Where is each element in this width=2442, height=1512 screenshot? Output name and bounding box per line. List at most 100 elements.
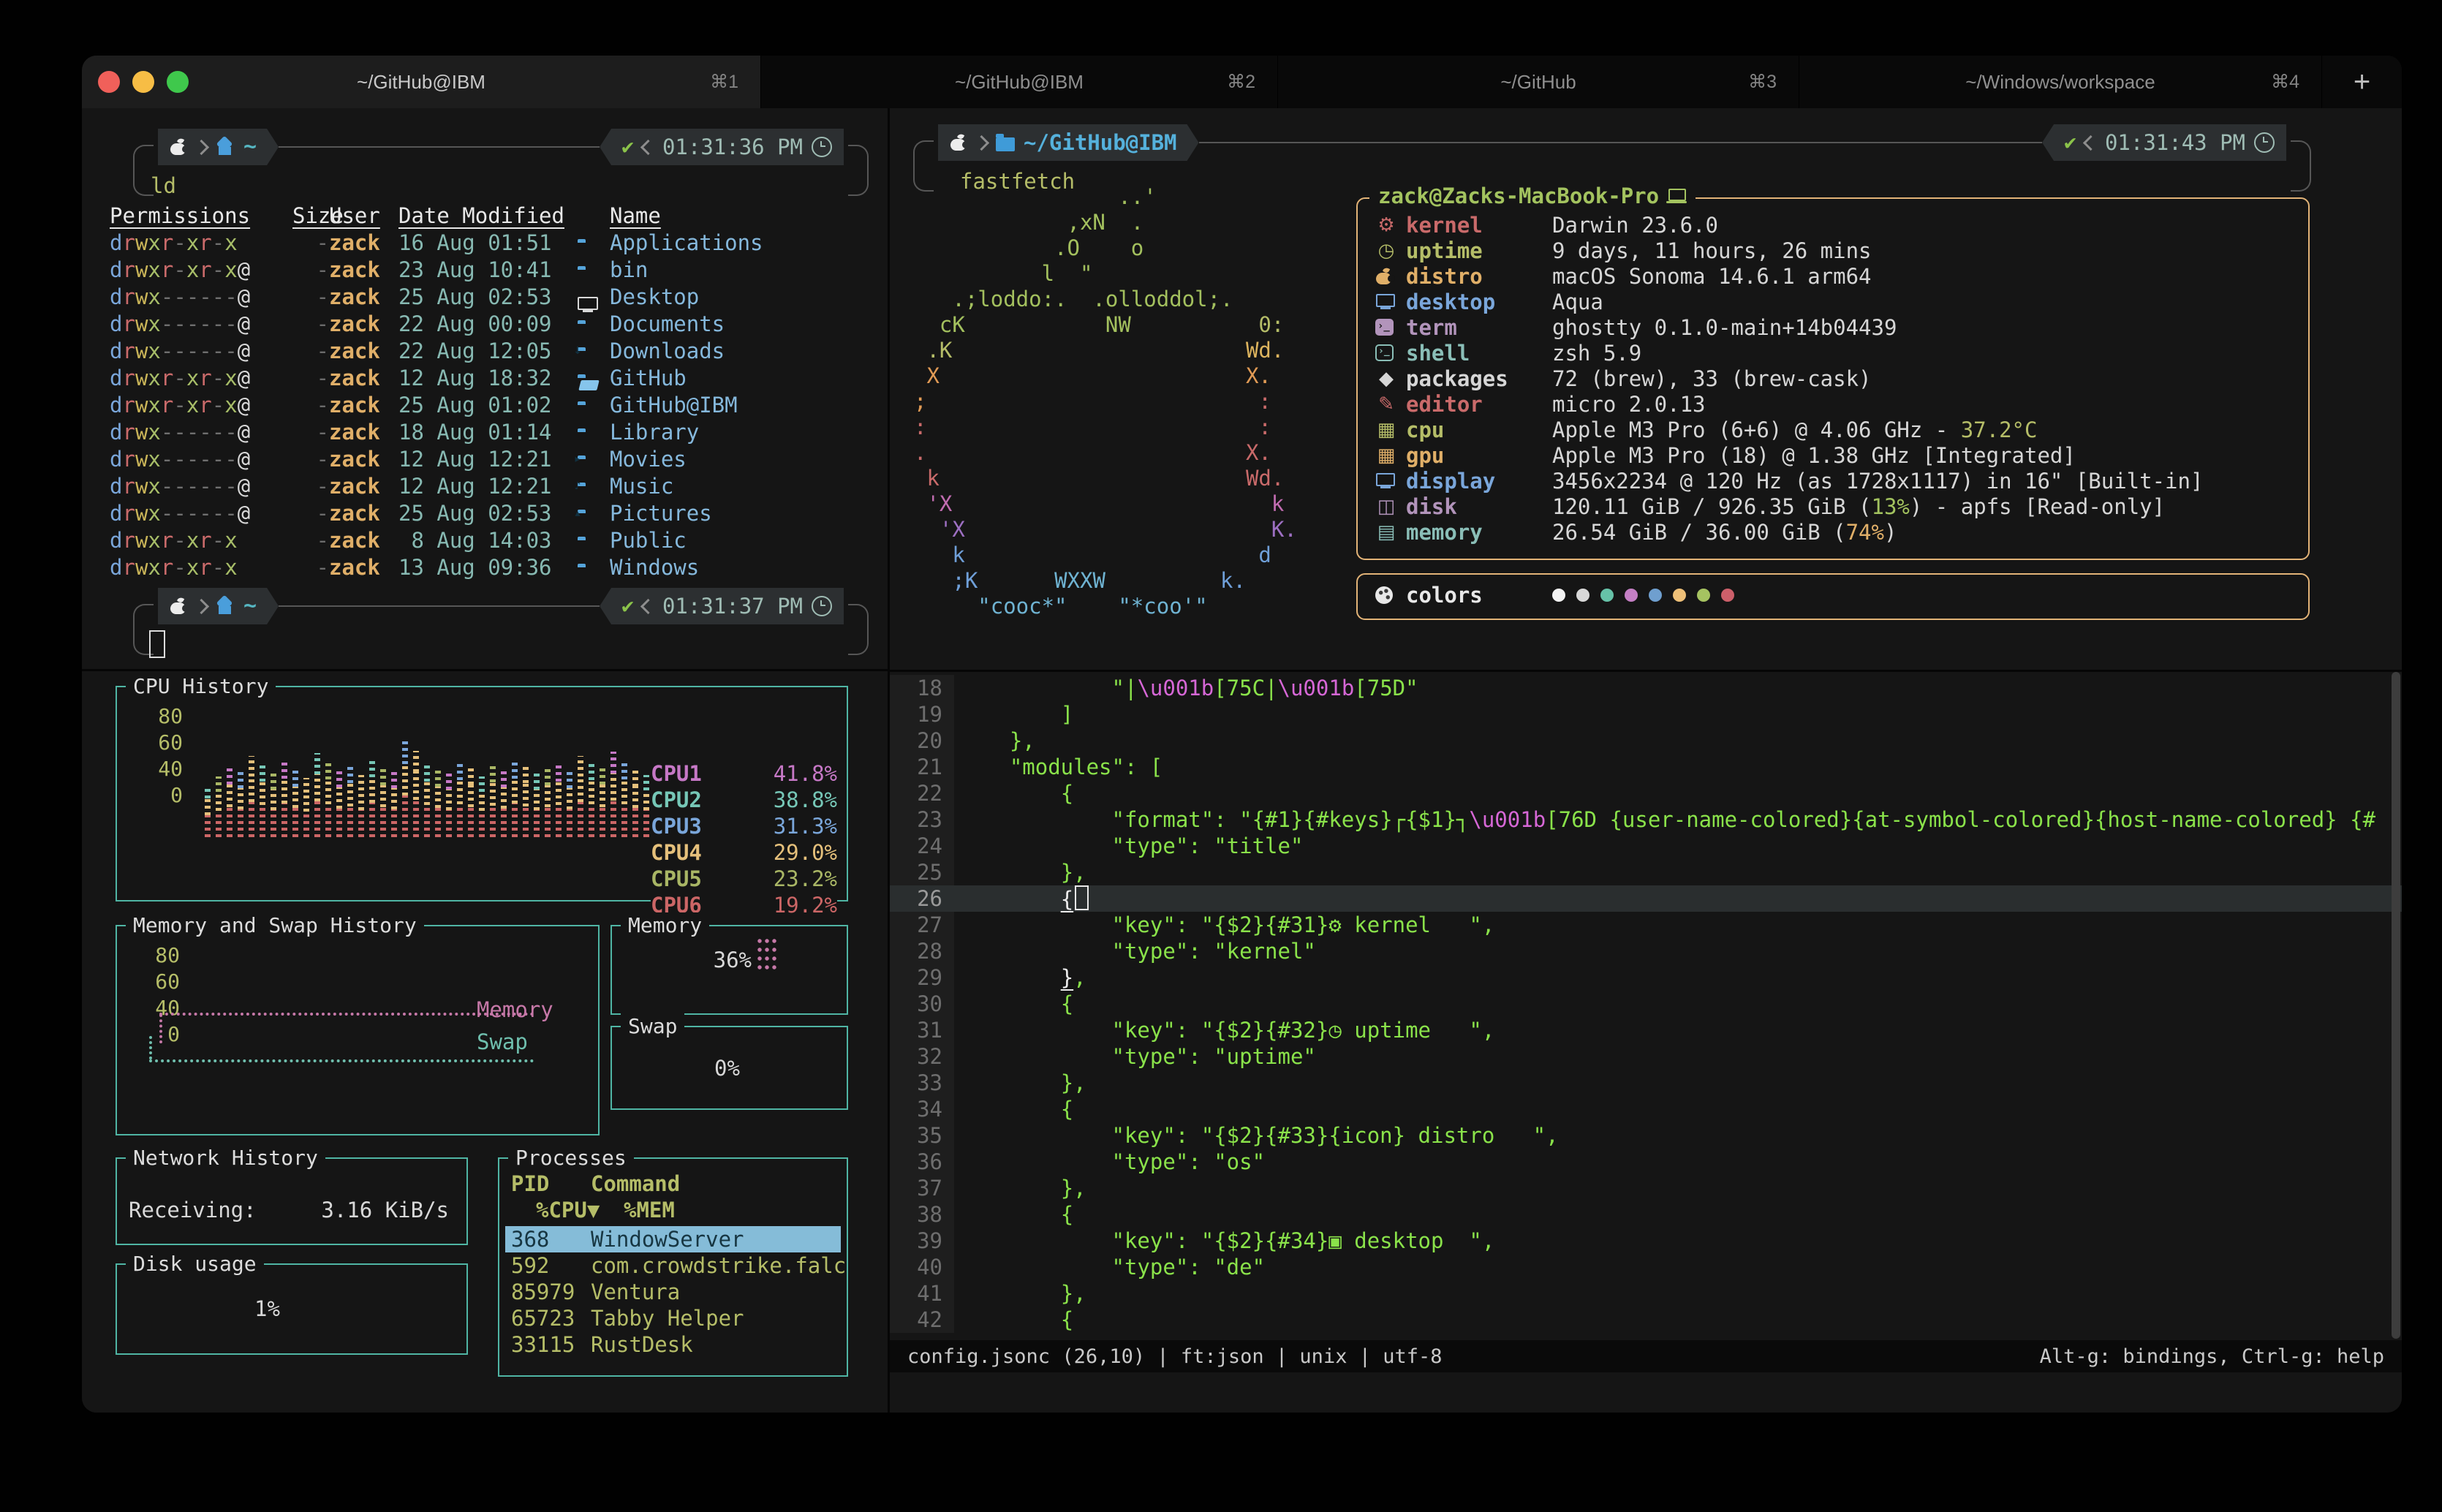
editor-line[interactable]: 18 "|\u001b[75C|\u001b[75D": [890, 675, 2402, 701]
editor-line[interactable]: 23 "format": "{#1}{#keys}┌{$1}┐\u001b[76…: [890, 806, 2402, 833]
tab-4[interactable]: ~/Windows/workspace⌘4: [1799, 56, 2322, 108]
editor-line[interactable]: 40 "type": "de": [890, 1254, 2402, 1280]
file-listing-table: PermissionsSizeUserDate ModifiedNamedrwx…: [82, 202, 888, 581]
cpu-graph-column: [589, 761, 594, 837]
fastfetch-entry-value: 3456x2234 @ 120 Hz (as 1728x1117) in 16"…: [1552, 468, 2203, 494]
processes-header-mem[interactable]: %MEM: [624, 1197, 675, 1223]
success-check-icon: ✔: [621, 593, 634, 619]
cpu-graph-column: [578, 756, 583, 837]
chip-icon: ▦: [1375, 442, 1397, 469]
cpu-graph-column: [271, 774, 276, 837]
swap-history-line: [149, 1059, 534, 1062]
editor-line[interactable]: 41 },: [890, 1280, 2402, 1307]
editor-line-number: 28: [890, 938, 954, 964]
zoom-button[interactable]: [167, 71, 189, 93]
cpu-graph-column: [303, 778, 309, 837]
editor-line[interactable]: 29 },: [890, 964, 2402, 991]
editor-lines[interactable]: 18 "|\u001b[75C|\u001b[75D"19 ]20 },21 "…: [890, 675, 2402, 1333]
process-row[interactable]: 85979Ventura: [505, 1279, 841, 1305]
editor-line-number: 22: [890, 780, 954, 806]
file-row: drwxr-xr-x-zack16 Aug 01:51Applications: [82, 229, 888, 256]
editor-line[interactable]: 39 "key": "{$2}{#34}▣ desktop ",: [890, 1228, 2402, 1254]
close-button[interactable]: [98, 71, 120, 93]
pane-file-listing[interactable]: ~✔01:31:36 PM ld PermissionsSizeUserDate…: [82, 108, 888, 669]
fastfetch-info-box: zack@Zacks-MacBook-Pro ⚙kernelDarwin 23.…: [1356, 197, 2310, 560]
memory-gauge-dots: [756, 937, 776, 972]
processes-header-command[interactable]: Command: [591, 1171, 680, 1197]
fastfetch-entry: ◫disk120.11 GiB / 926.35 GiB (13%) - apf…: [1358, 494, 2308, 519]
cpu-y-label: 0: [146, 782, 183, 809]
tab-shortcut: ⌘3: [1748, 71, 1777, 93]
color-swatch: [1721, 589, 1734, 602]
cpu-graph-column: [523, 766, 529, 837]
cpu-graph-column: [600, 767, 605, 837]
editor-line[interactable]: 28 "type": "kernel": [890, 938, 2402, 964]
editor-line[interactable]: 30 {: [890, 991, 2402, 1017]
tab-1[interactable]: ~/GitHub@IBM⌘1: [82, 56, 761, 108]
editor-line-code: "|\u001b[75C|\u001b[75D": [954, 675, 1418, 701]
fastfetch-entry-label: desktop: [1406, 289, 1552, 315]
editor-line[interactable]: 24 "type": "title": [890, 833, 2402, 859]
fastfetch-entry: ▤memory26.54 GiB / 36.00 GiB (74%): [1358, 519, 2308, 545]
cpu-icon: ▦: [1375, 417, 1406, 443]
minimize-button[interactable]: [132, 71, 154, 93]
new-tab-button[interactable]: +: [2322, 56, 2402, 108]
editor-line[interactable]: 32 "type": "uptime": [890, 1043, 2402, 1070]
tab-3[interactable]: ~/GitHub⌘3: [1278, 56, 1799, 108]
editor-line[interactable]: 35 "key": "{$2}{#33}{icon} distro ",: [890, 1122, 2402, 1149]
file-row: drwxr-xr-x@-zack25 Aug 01:02GitHub@IBM: [82, 391, 888, 418]
column-header[interactable]: User: [329, 203, 380, 228]
editor-line[interactable]: 19 ]: [890, 701, 2402, 727]
editor-scrollbar[interactable]: [2392, 672, 2400, 1339]
editor-line-code: {: [954, 885, 1089, 912]
cpu-graph-column: [413, 751, 419, 837]
cpu-graph-column: [325, 760, 331, 837]
color-swatch: [1600, 589, 1614, 602]
disk-usage-value: 1%: [254, 1296, 280, 1322]
file-row: drwx------@-zack22 Aug 12:05↓Downloads: [82, 337, 888, 364]
tab-bar: ~/GitHub@IBM⌘1~/GitHub@IBM⌘2~/GitHub⌘3~/…: [82, 56, 2402, 108]
editor-line[interactable]: 42 {: [890, 1307, 2402, 1333]
cpu-legend-row: CPU331.3%: [651, 813, 837, 839]
editor-line[interactable]: 36 "type": "os": [890, 1149, 2402, 1175]
tab-2[interactable]: ~/GitHub@IBM⌘2: [761, 56, 1278, 108]
column-header[interactable]: Date Modified: [398, 203, 564, 228]
color-swatch: [1552, 589, 1565, 602]
process-row[interactable]: 368WindowServer: [505, 1226, 841, 1252]
pane-editor-micro[interactable]: 18 "|\u001b[75C|\u001b[75D"19 ]20 },21 "…: [890, 672, 2402, 1413]
clock-icon: ◷: [1375, 238, 1397, 264]
editor-line[interactable]: 27 "key": "{$2}{#31}⚙ kernel ",: [890, 912, 2402, 938]
editor-line[interactable]: 25 },: [890, 859, 2402, 885]
editor-line[interactable]: 21 "modules": [: [890, 754, 2402, 780]
prompt-time: 01:31:36 PM: [662, 134, 803, 160]
colors-label: colors: [1406, 582, 1552, 608]
fastfetch-entry: ◆packages72 (brew), 33 (brew-cask): [1358, 366, 2308, 391]
file-row: drwxr-xr-x@-zack23 Aug 10:41bin: [82, 256, 888, 283]
process-row[interactable]: 592com.crowdstrike.falc: [505, 1252, 841, 1279]
editor-line[interactable]: 31 "key": "{$2}{#32}◷ uptime ",: [890, 1017, 2402, 1043]
pane-fastfetch[interactable]: ~/GitHub@IBM✔01:31:43 PM fastfetch ..' ,…: [890, 108, 2402, 670]
fastfetch-entry: ◷uptime9 days, 11 hours, 26 mins: [1358, 238, 2308, 263]
process-row[interactable]: 33115RustDesk: [505, 1331, 841, 1358]
cpu-graph-column: [347, 766, 353, 837]
editor-line[interactable]: 26 {: [890, 885, 2402, 912]
processes-header-cpu[interactable]: %CPU▼: [536, 1197, 600, 1223]
editor-line[interactable]: 37 },: [890, 1175, 2402, 1201]
shell-icon: [1375, 344, 1406, 361]
processes-header-pid[interactable]: PID: [511, 1171, 549, 1197]
process-row[interactable]: 65723Tabby Helper: [505, 1305, 841, 1331]
editor-line-number: 31: [890, 1017, 954, 1043]
column-header[interactable]: Permissions: [110, 203, 250, 228]
chevron-right-icon: [974, 135, 989, 150]
editor-line[interactable]: 20 },: [890, 727, 2402, 754]
prompt-time: 01:31:37 PM: [662, 593, 803, 619]
editor-line[interactable]: 33 },: [890, 1070, 2402, 1096]
editor-line[interactable]: 22 {: [890, 780, 2402, 806]
pane-system-monitor[interactable]: CPU History 8060400 CPU141.8%CPU238.8%CP…: [82, 671, 888, 1413]
column-header[interactable]: Name: [610, 203, 661, 228]
file-row: drwx------@-zack22 Aug 00:09Documents: [82, 310, 888, 337]
editor-line[interactable]: 34 {: [890, 1096, 2402, 1122]
prompt-directory-path: ~/GitHub@IBM: [1024, 129, 1177, 156]
fastfetch-entry-value: Aqua: [1552, 289, 1603, 315]
editor-line[interactable]: 38 {: [890, 1201, 2402, 1228]
